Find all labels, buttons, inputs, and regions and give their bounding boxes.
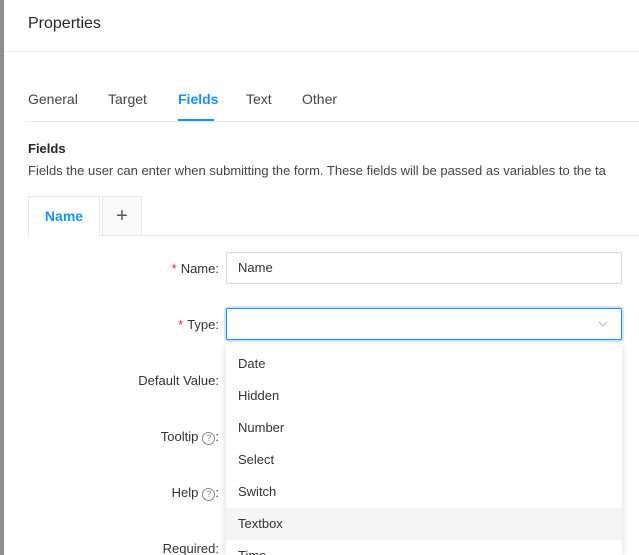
option-time[interactable]: Time	[226, 540, 622, 555]
required-marker: *	[178, 317, 184, 332]
field-tabs: Name +	[28, 196, 639, 237]
option-select[interactable]: Select	[226, 444, 622, 476]
option-switch[interactable]: Switch	[226, 476, 622, 508]
default-value-label: Default Value:	[138, 373, 219, 388]
tab-other[interactable]: Other	[302, 91, 337, 107]
question-circle-icon[interactable]: ?	[202, 432, 216, 445]
type-select[interactable]	[226, 308, 622, 340]
chevron-down-icon	[598, 321, 608, 327]
required-marker: *	[171, 261, 177, 276]
option-date[interactable]: Date	[226, 348, 622, 380]
window-edge	[0, 0, 4, 555]
question-circle-icon[interactable]: ?	[202, 488, 216, 501]
panel-header: Properties	[4, 0, 639, 52]
section-title: Fields	[28, 141, 66, 156]
option-hidden[interactable]: Hidden	[226, 380, 622, 412]
active-tab-indicator	[178, 119, 214, 121]
tab-text[interactable]: Text	[246, 91, 272, 107]
add-field-button[interactable]: +	[102, 196, 142, 236]
tab-fields[interactable]: Fields	[178, 91, 218, 107]
section-description: Fields the user can enter when submittin…	[28, 163, 606, 178]
properties-tabs: General Target Fields Text Other	[28, 84, 639, 122]
type-dropdown-menu: Date Hidden Number Select Switch Textbox…	[226, 344, 622, 555]
help-label: Help?:	[171, 485, 219, 501]
panel-title: Properties	[28, 15, 101, 32]
type-label: * Type:	[178, 317, 219, 332]
tab-target[interactable]: Target	[108, 91, 147, 107]
option-number[interactable]: Number	[226, 412, 622, 444]
tab-general[interactable]: General	[28, 91, 78, 107]
required-label: Required:	[162, 541, 219, 555]
option-textbox[interactable]: Textbox	[226, 508, 622, 540]
name-label: * Name:	[171, 261, 219, 276]
field-tab-name[interactable]: Name	[28, 196, 100, 237]
tooltip-label: Tooltip?:	[160, 429, 219, 445]
name-input[interactable]: Name	[226, 252, 622, 284]
